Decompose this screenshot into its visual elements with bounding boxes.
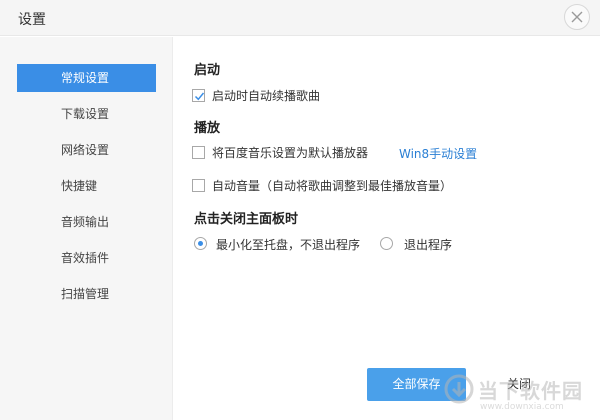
- sidebar-item-download[interactable]: 下载设置: [17, 100, 156, 128]
- minimize-to-tray-label[interactable]: 最小化至托盘，不退出程序: [216, 236, 360, 253]
- watermark-text: 当下软件园: [478, 379, 583, 403]
- auto-volume-checkbox[interactable]: [192, 179, 205, 192]
- win8-manual-settings-link[interactable]: Win8手动设置: [399, 145, 477, 162]
- sidebar-item-label: 常规设置: [61, 71, 110, 85]
- auto-resume-label: 启动时自动续播歌曲: [212, 89, 321, 103]
- auto-resume-checkbox[interactable]: [192, 89, 205, 102]
- default-player-checkbox[interactable]: [192, 146, 205, 159]
- close-icon: [571, 11, 583, 23]
- sidebar-item-label: 音效插件: [61, 251, 110, 265]
- sidebar-item-label: 音频输出: [61, 215, 110, 229]
- sidebar-item-effects-plugins[interactable]: 音效插件: [17, 244, 156, 272]
- sidebar-item-scan-management[interactable]: 扫描管理: [17, 280, 156, 308]
- section-title-startup: 启动: [194, 63, 221, 78]
- auto-volume-option[interactable]: 自动音量（自动将歌曲调整到最佳播放音量）: [192, 178, 472, 196]
- title-bar: 设置: [0, 0, 600, 36]
- auto-resume-option[interactable]: 启动时自动续播歌曲: [192, 88, 442, 106]
- sidebar: 常规设置 下载设置 网络设置 快捷键 音频输出 音效插件 扫描管理: [0, 37, 173, 420]
- downxia-logo-icon: [444, 374, 474, 404]
- sidebar-item-shortcuts[interactable]: 快捷键: [17, 172, 156, 200]
- exit-program-radio[interactable]: [380, 237, 393, 250]
- sidebar-item-label: 下载设置: [61, 107, 110, 121]
- settings-content: 启动 启动时自动续播歌曲 播放 将百度音乐设置为默认播放器 Win8手动设置 自…: [174, 37, 600, 420]
- section-title-close-panel: 点击关闭主面板时: [194, 212, 299, 227]
- sidebar-item-general[interactable]: 常规设置: [17, 64, 156, 92]
- window-close-button[interactable]: [564, 4, 590, 30]
- auto-volume-label: 自动音量（自动将歌曲调整到最佳播放音量）: [212, 179, 453, 193]
- sidebar-item-label: 网络设置: [61, 143, 110, 157]
- default-player-option[interactable]: 将百度音乐设置为默认播放器: [192, 145, 392, 163]
- checkmark-icon: [194, 92, 205, 101]
- sidebar-item-audio-output[interactable]: 音频输出: [17, 208, 156, 236]
- sidebar-item-network[interactable]: 网络设置: [17, 136, 156, 164]
- minimize-to-tray-radio[interactable]: [194, 237, 207, 250]
- sidebar-item-label: 快捷键: [61, 179, 98, 193]
- window-title: 设置: [18, 12, 46, 28]
- sidebar-item-label: 扫描管理: [61, 287, 110, 301]
- section-title-playback: 播放: [194, 121, 221, 136]
- watermark: 当下软件园 www.downxia.com: [444, 372, 594, 416]
- exit-program-label[interactable]: 退出程序: [404, 236, 452, 253]
- default-player-label: 将百度音乐设置为默认播放器: [212, 146, 369, 160]
- watermark-url: www.downxia.com: [480, 402, 564, 412]
